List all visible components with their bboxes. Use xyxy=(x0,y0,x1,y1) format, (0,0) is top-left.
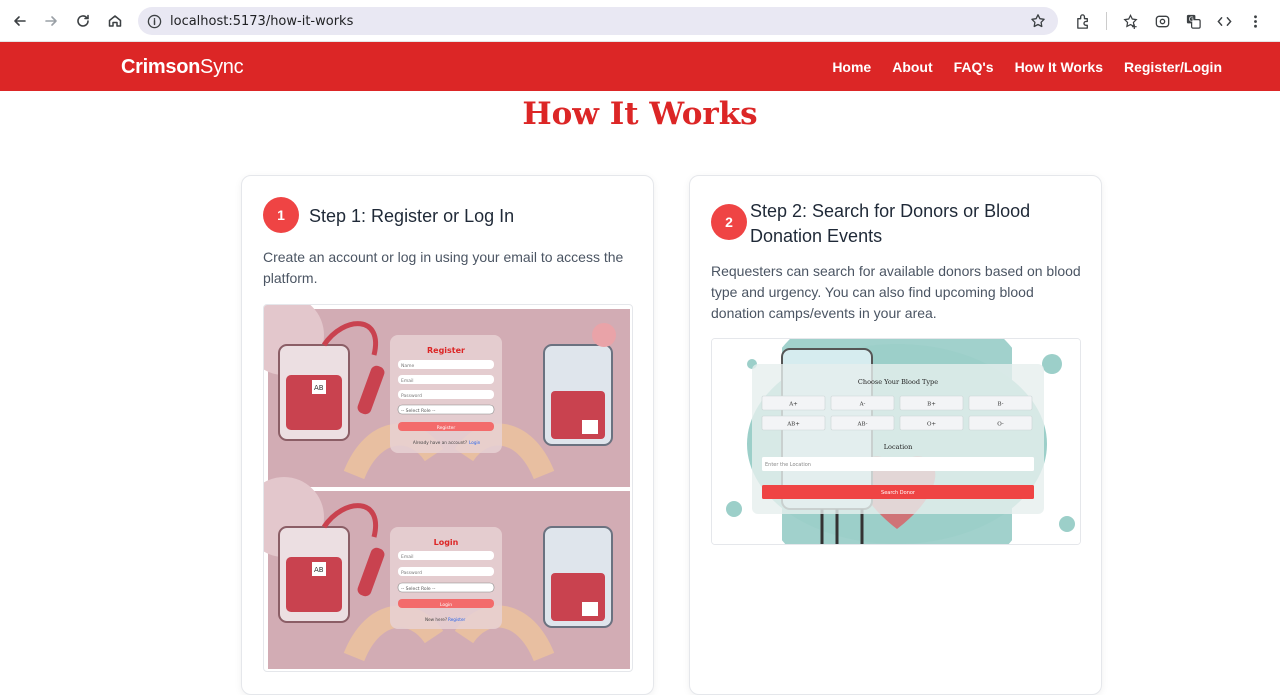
search-donor-button: Search Donor xyxy=(881,490,916,496)
login-password-field: Password xyxy=(401,570,422,576)
page-title: How It Works xyxy=(522,96,758,132)
bookmarks-icon[interactable] xyxy=(1121,12,1139,30)
step-description: Create an account or log in using your e… xyxy=(263,249,624,286)
step-description: Requesters can search for available dono… xyxy=(711,263,1081,321)
blood-type-label: AB- xyxy=(857,422,868,428)
blood-type-label: A- xyxy=(859,402,866,408)
register-form-title: Register xyxy=(427,346,465,355)
step-card-2: 2 Step 2: Search for Donors or Blood Don… xyxy=(689,175,1102,695)
step-card-1: 1 Step 1: Register or Log In Create an a… xyxy=(241,175,654,695)
menu-kebab-icon[interactable] xyxy=(1246,12,1264,30)
home-icon[interactable] xyxy=(103,9,127,33)
nav-faqs[interactable]: FAQ's xyxy=(954,59,994,75)
brand-logo[interactable]: CrimsonSync xyxy=(121,56,244,79)
blood-type-heading: Choose Your Blood Type xyxy=(858,378,938,386)
register-role-select: -- Select Role -- xyxy=(401,408,436,414)
site-header: CrimsonSync Home About FAQ's How It Work… xyxy=(0,42,1280,91)
brand-name-light: Sync xyxy=(200,56,244,78)
nav-how-it-works[interactable]: How It Works xyxy=(1015,59,1103,75)
register-form-footer: Already have an account? xyxy=(413,440,467,445)
reload-icon[interactable] xyxy=(71,9,95,33)
forward-icon[interactable] xyxy=(39,9,63,33)
url-text: localhost:5173/how-it-works xyxy=(170,13,354,29)
brand-name-bold: Crimson xyxy=(121,56,201,78)
svg-text:G: G xyxy=(1188,15,1193,23)
blood-type-label: B- xyxy=(997,402,1003,408)
blood-type-label: A+ xyxy=(788,402,798,408)
step-number-badge: 1 xyxy=(263,197,299,233)
register-name-field: Name xyxy=(401,363,415,369)
blood-type-label: AB+ xyxy=(786,422,800,428)
extensions-icon[interactable] xyxy=(1074,12,1092,30)
nav-register-login[interactable]: Register/Login xyxy=(1124,59,1222,75)
nav-about[interactable]: About xyxy=(892,59,932,75)
register-email-field: Email xyxy=(401,378,414,384)
nav-home[interactable]: Home xyxy=(832,59,871,75)
login-form-title: Login xyxy=(434,538,459,547)
step-title: Step 1: Register or Log In xyxy=(309,206,515,226)
blood-bag-label-2: AB xyxy=(314,566,324,574)
location-input: Enter the Location xyxy=(765,462,811,468)
login-illustration: AB Login Email Password -- Select Role -… xyxy=(264,477,630,669)
step-number-badge: 2 xyxy=(711,204,747,240)
bookmark-star-icon[interactable] xyxy=(1030,13,1046,29)
blood-bag-label: AB xyxy=(314,384,324,392)
main-nav: Home About FAQ's How It Works Register/L… xyxy=(811,59,1222,75)
translate-icon[interactable]: G xyxy=(1184,12,1202,30)
step-title: Step 2: Search for Donors or Blood Donat… xyxy=(750,201,1031,246)
login-form-button: Login xyxy=(440,602,452,608)
donor-search-screenshot: Choose Your Blood Type A+ A- B+ B- AB+ AB- O+ O… xyxy=(711,338,1081,545)
register-form-footer-link: Login xyxy=(469,440,481,445)
toolbar-separator xyxy=(1106,12,1107,30)
blood-type-label: O+ xyxy=(927,422,937,428)
login-role-select: -- Select Role -- xyxy=(401,586,436,592)
register-password-field: Password xyxy=(401,393,422,399)
address-bar[interactable]: localhost:5173/how-it-works xyxy=(138,7,1058,35)
register-form-button: Register xyxy=(437,425,456,431)
devtools-icon[interactable] xyxy=(1215,12,1233,30)
register-login-screenshot: AB Register Name Email Password -- Selec… xyxy=(263,304,633,672)
login-email-field: Email xyxy=(401,554,414,560)
location-label: Location xyxy=(884,443,913,451)
browser-toolbar: localhost:5173/how-it-works G xyxy=(0,0,1280,42)
back-icon[interactable] xyxy=(8,9,32,33)
blood-type-label: B+ xyxy=(927,402,936,408)
blood-type-label: O- xyxy=(997,422,1004,428)
site-info-icon[interactable] xyxy=(146,13,162,29)
login-form-footer: New here? xyxy=(425,617,447,622)
register-illustration: AB Register Name Email Password -- Selec… xyxy=(264,305,630,487)
login-form-footer-link: Register xyxy=(448,617,466,622)
lens-icon[interactable] xyxy=(1153,12,1171,30)
